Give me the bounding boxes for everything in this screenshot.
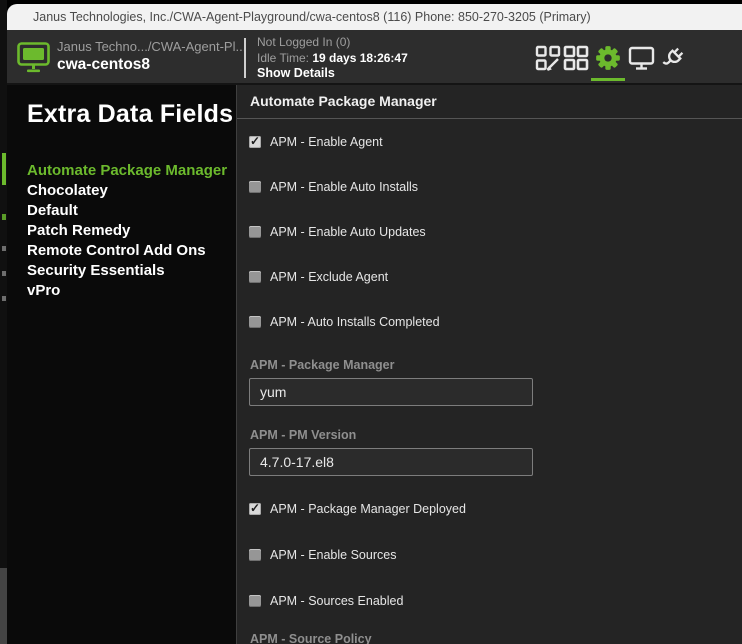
sidebar-item-security-essentials[interactable]: Security Essentials (27, 261, 236, 281)
agent-management-window: Janus Technologies, Inc./CWA-Agent-Playg… (0, 0, 742, 644)
panel-title: Automate Package Manager (237, 85, 742, 119)
agent-name: cwa-centos8 (57, 56, 246, 74)
sidebar-item-patch-remedy[interactable]: Patch Remedy (27, 221, 236, 241)
toolbar-divider (244, 38, 246, 78)
agent-breadcrumb: Janus Techno.../CWA-Agent-Pl... (57, 39, 246, 54)
sidebar-item-default[interactable]: Default (27, 201, 236, 221)
apm-enable-sources-checkbox[interactable] (249, 549, 261, 561)
background-mark (2, 214, 6, 220)
background-tree-strip (0, 0, 7, 644)
window-title-bar: Janus Technologies, Inc./CWA-Agent-Playg… (7, 4, 742, 30)
background-mark (2, 246, 6, 251)
apm-pm-version-input[interactable] (249, 448, 533, 476)
agent-identity: Janus Techno.../CWA-Agent-Pl... cwa-cent… (57, 39, 246, 74)
sidebar-title: Extra Data Fields (27, 100, 236, 129)
window-content: Extra Data Fields Automate Package Manag… (7, 85, 742, 644)
apm-sources-enabled-label: APM - Sources Enabled (270, 594, 403, 608)
scripts-edit-icon[interactable] (534, 44, 562, 72)
apm-sources-enabled-checkbox[interactable] (249, 595, 261, 607)
apm-enable-auto-updates-checkbox[interactable] (249, 226, 261, 238)
agent-toolbar: Janus Techno.../CWA-Agent-Pl... cwa-cent… (7, 30, 742, 85)
background-mark (2, 271, 6, 276)
sidebar-item-remote-control-add-ons[interactable]: Remote Control Add Ons (27, 241, 236, 261)
sidebar-item-vpro[interactable]: vPro (27, 281, 236, 301)
idle-time-value: 19 days 18:26:47 (312, 51, 407, 65)
power-plug-icon[interactable] (658, 44, 686, 72)
apm-enable-auto-updates-label: APM - Enable Auto Updates (270, 225, 426, 239)
login-status: Not Logged In (0) (257, 35, 408, 51)
sidebar-item-chocolatey[interactable]: Chocolatey (27, 181, 236, 201)
background-selection-mark (2, 153, 6, 185)
show-details-link[interactable]: Show Details (257, 66, 408, 82)
apm-source-policy-label: APM - Source Policy (250, 632, 372, 644)
session-info: Not Logged In (0) Idle Time: 19 days 18:… (257, 35, 408, 82)
sidebar-nav: Automate Package Manager Chocolatey Defa… (27, 161, 236, 301)
remote-monitor-icon[interactable] (627, 44, 655, 72)
apm-pm-version-label: APM - PM Version (250, 428, 356, 442)
apm-exclude-agent-checkbox[interactable] (249, 271, 261, 283)
apm-package-manager-input[interactable] (249, 378, 533, 406)
apm-enable-agent-checkbox[interactable] (249, 136, 261, 148)
apm-package-manager-deployed-label: APM - Package Manager Deployed (270, 502, 466, 516)
apm-enable-auto-installs-label: APM - Enable Auto Installs (270, 180, 418, 194)
apps-grid-icon[interactable] (562, 44, 590, 72)
background-mark (2, 296, 6, 301)
apm-enable-sources-label: APM - Enable Sources (270, 548, 396, 562)
apm-enable-agent-label: APM - Enable Agent (270, 135, 383, 149)
apm-auto-installs-completed-label: APM - Auto Installs Completed (270, 315, 440, 329)
apm-enable-auto-installs-checkbox[interactable] (249, 181, 261, 193)
package-manager-panel: Automate Package Manager APM - Enable Ag… (236, 85, 742, 644)
apm-auto-installs-completed-checkbox[interactable] (249, 316, 261, 328)
agent-monitor-icon (17, 42, 51, 74)
sidebar-item-automate-package-manager[interactable]: Automate Package Manager (27, 161, 236, 181)
window-title: Janus Technologies, Inc./CWA-Agent-Playg… (33, 10, 591, 24)
apm-exclude-agent-label: APM - Exclude Agent (270, 270, 388, 284)
settings-gear-icon[interactable] (594, 44, 622, 72)
idle-time-label: Idle Time: (257, 51, 309, 65)
extra-data-fields-sidebar: Extra Data Fields Automate Package Manag… (7, 85, 236, 644)
background-scrollbar-segment (0, 568, 7, 644)
apm-package-manager-deployed-checkbox[interactable] (249, 503, 261, 515)
apm-package-manager-label: APM - Package Manager (250, 358, 395, 372)
